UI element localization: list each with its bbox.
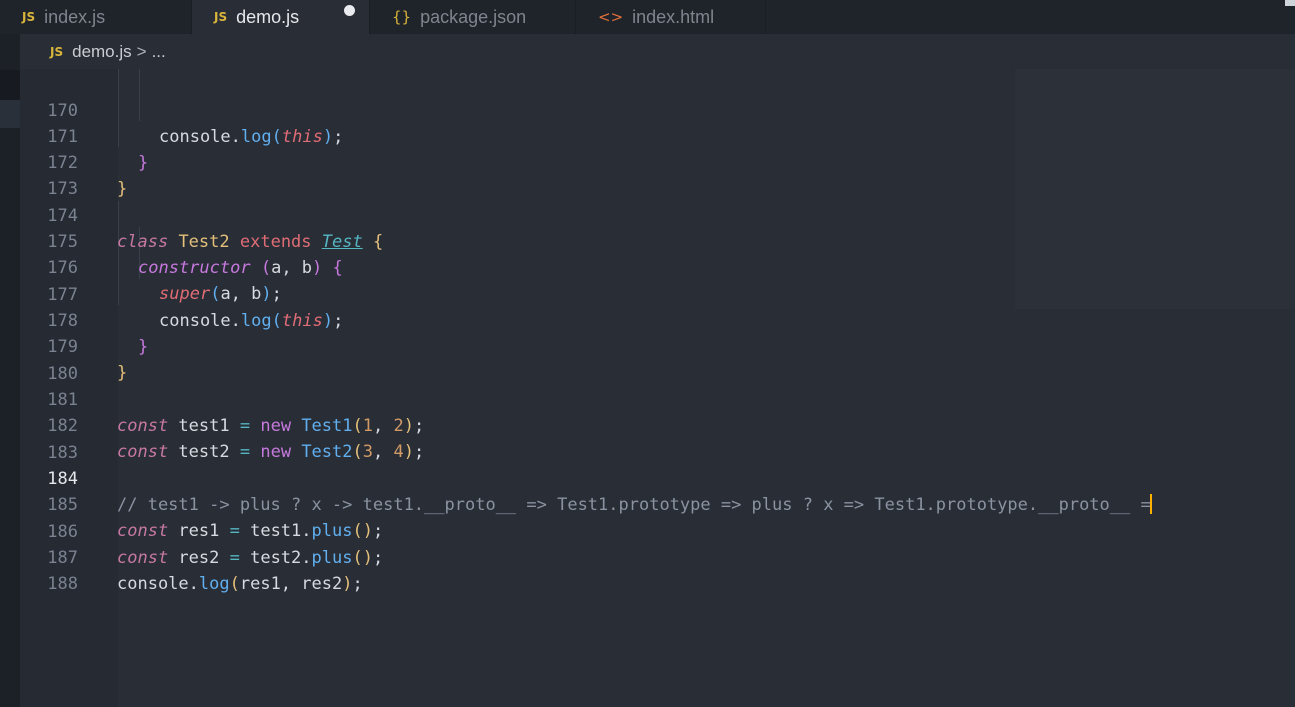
- code-line: 181 const test1 = new Test1(1, 2);: [20, 361, 1295, 436]
- code-line: 178 }: [20, 282, 1295, 357]
- code-line: 171 }: [20, 98, 1295, 173]
- code-line: 187 console.log(res1, res2);: [20, 519, 1295, 594]
- code-line: 172 }: [20, 124, 1295, 199]
- tab-label: package.json: [420, 6, 527, 27]
- tab-index-js[interactable]: JS index.js: [0, 0, 192, 34]
- line-number: 188: [47, 574, 78, 594]
- breadcrumb: JS demo.js > ...: [20, 34, 1295, 69]
- activity-marker: [0, 70, 20, 100]
- html-file-icon: <>: [598, 8, 624, 26]
- js-file-icon: JS: [50, 44, 64, 59]
- code-line: 175 constructor (a, b) {: [20, 203, 1295, 278]
- code-text: console.log(res1, res2);: [117, 574, 363, 594]
- tab-demo-js[interactable]: JS demo.js: [192, 0, 370, 34]
- code-line: 183: [20, 414, 1295, 463]
- code-line: 180: [20, 335, 1295, 384]
- breadcrumb-file[interactable]: demo.js: [72, 42, 132, 62]
- code-line: 177 console.log(this);: [20, 256, 1295, 331]
- activity-bar-edge: [0, 0, 20, 707]
- tab-label: index.html: [632, 6, 715, 27]
- tab-label: index.js: [44, 6, 106, 27]
- code-line: 185 const res1 = test1.plus();: [20, 466, 1295, 541]
- js-file-icon: JS: [22, 10, 36, 24]
- code-line: 176 super(a, b);: [20, 229, 1295, 304]
- code-line: 182 const test2 = new Test2(3, 4);: [20, 387, 1295, 462]
- code-line: 186 const res2 = test2.plus();: [20, 493, 1295, 568]
- code-editor[interactable]: 170 console.log(this); 171 } 172 } 173 1…: [20, 69, 1295, 707]
- code-line: 179 }: [20, 308, 1295, 383]
- code-line: 188: [20, 545, 1295, 594]
- tab-label: demo.js: [236, 6, 300, 27]
- breadcrumb-separator: >: [136, 41, 147, 61]
- editor-window: JS index.js JS demo.js {} package.json <…: [0, 0, 1295, 707]
- breadcrumb-symbols[interactable]: ...: [152, 42, 166, 62]
- tab-bar-corner: [1285, 0, 1295, 6]
- json-file-icon: {}: [392, 8, 412, 26]
- tab-package-json[interactable]: {} package.json: [370, 0, 576, 34]
- js-file-icon: JS: [214, 10, 228, 24]
- unsaved-dot-icon[interactable]: [344, 5, 355, 16]
- code-line: 173: [20, 150, 1295, 199]
- code-line: 174 class Test2 extends Test {: [20, 177, 1295, 252]
- activity-marker-active: [0, 100, 20, 128]
- code-line: 170 console.log(this);: [20, 72, 1295, 147]
- tab-index-html[interactable]: <> index.html: [576, 0, 766, 34]
- code-line-current: 184 // test1 -> plus ? x -> test1.__prot…: [20, 440, 1295, 515]
- tab-bar: JS index.js JS demo.js {} package.json <…: [0, 0, 1295, 34]
